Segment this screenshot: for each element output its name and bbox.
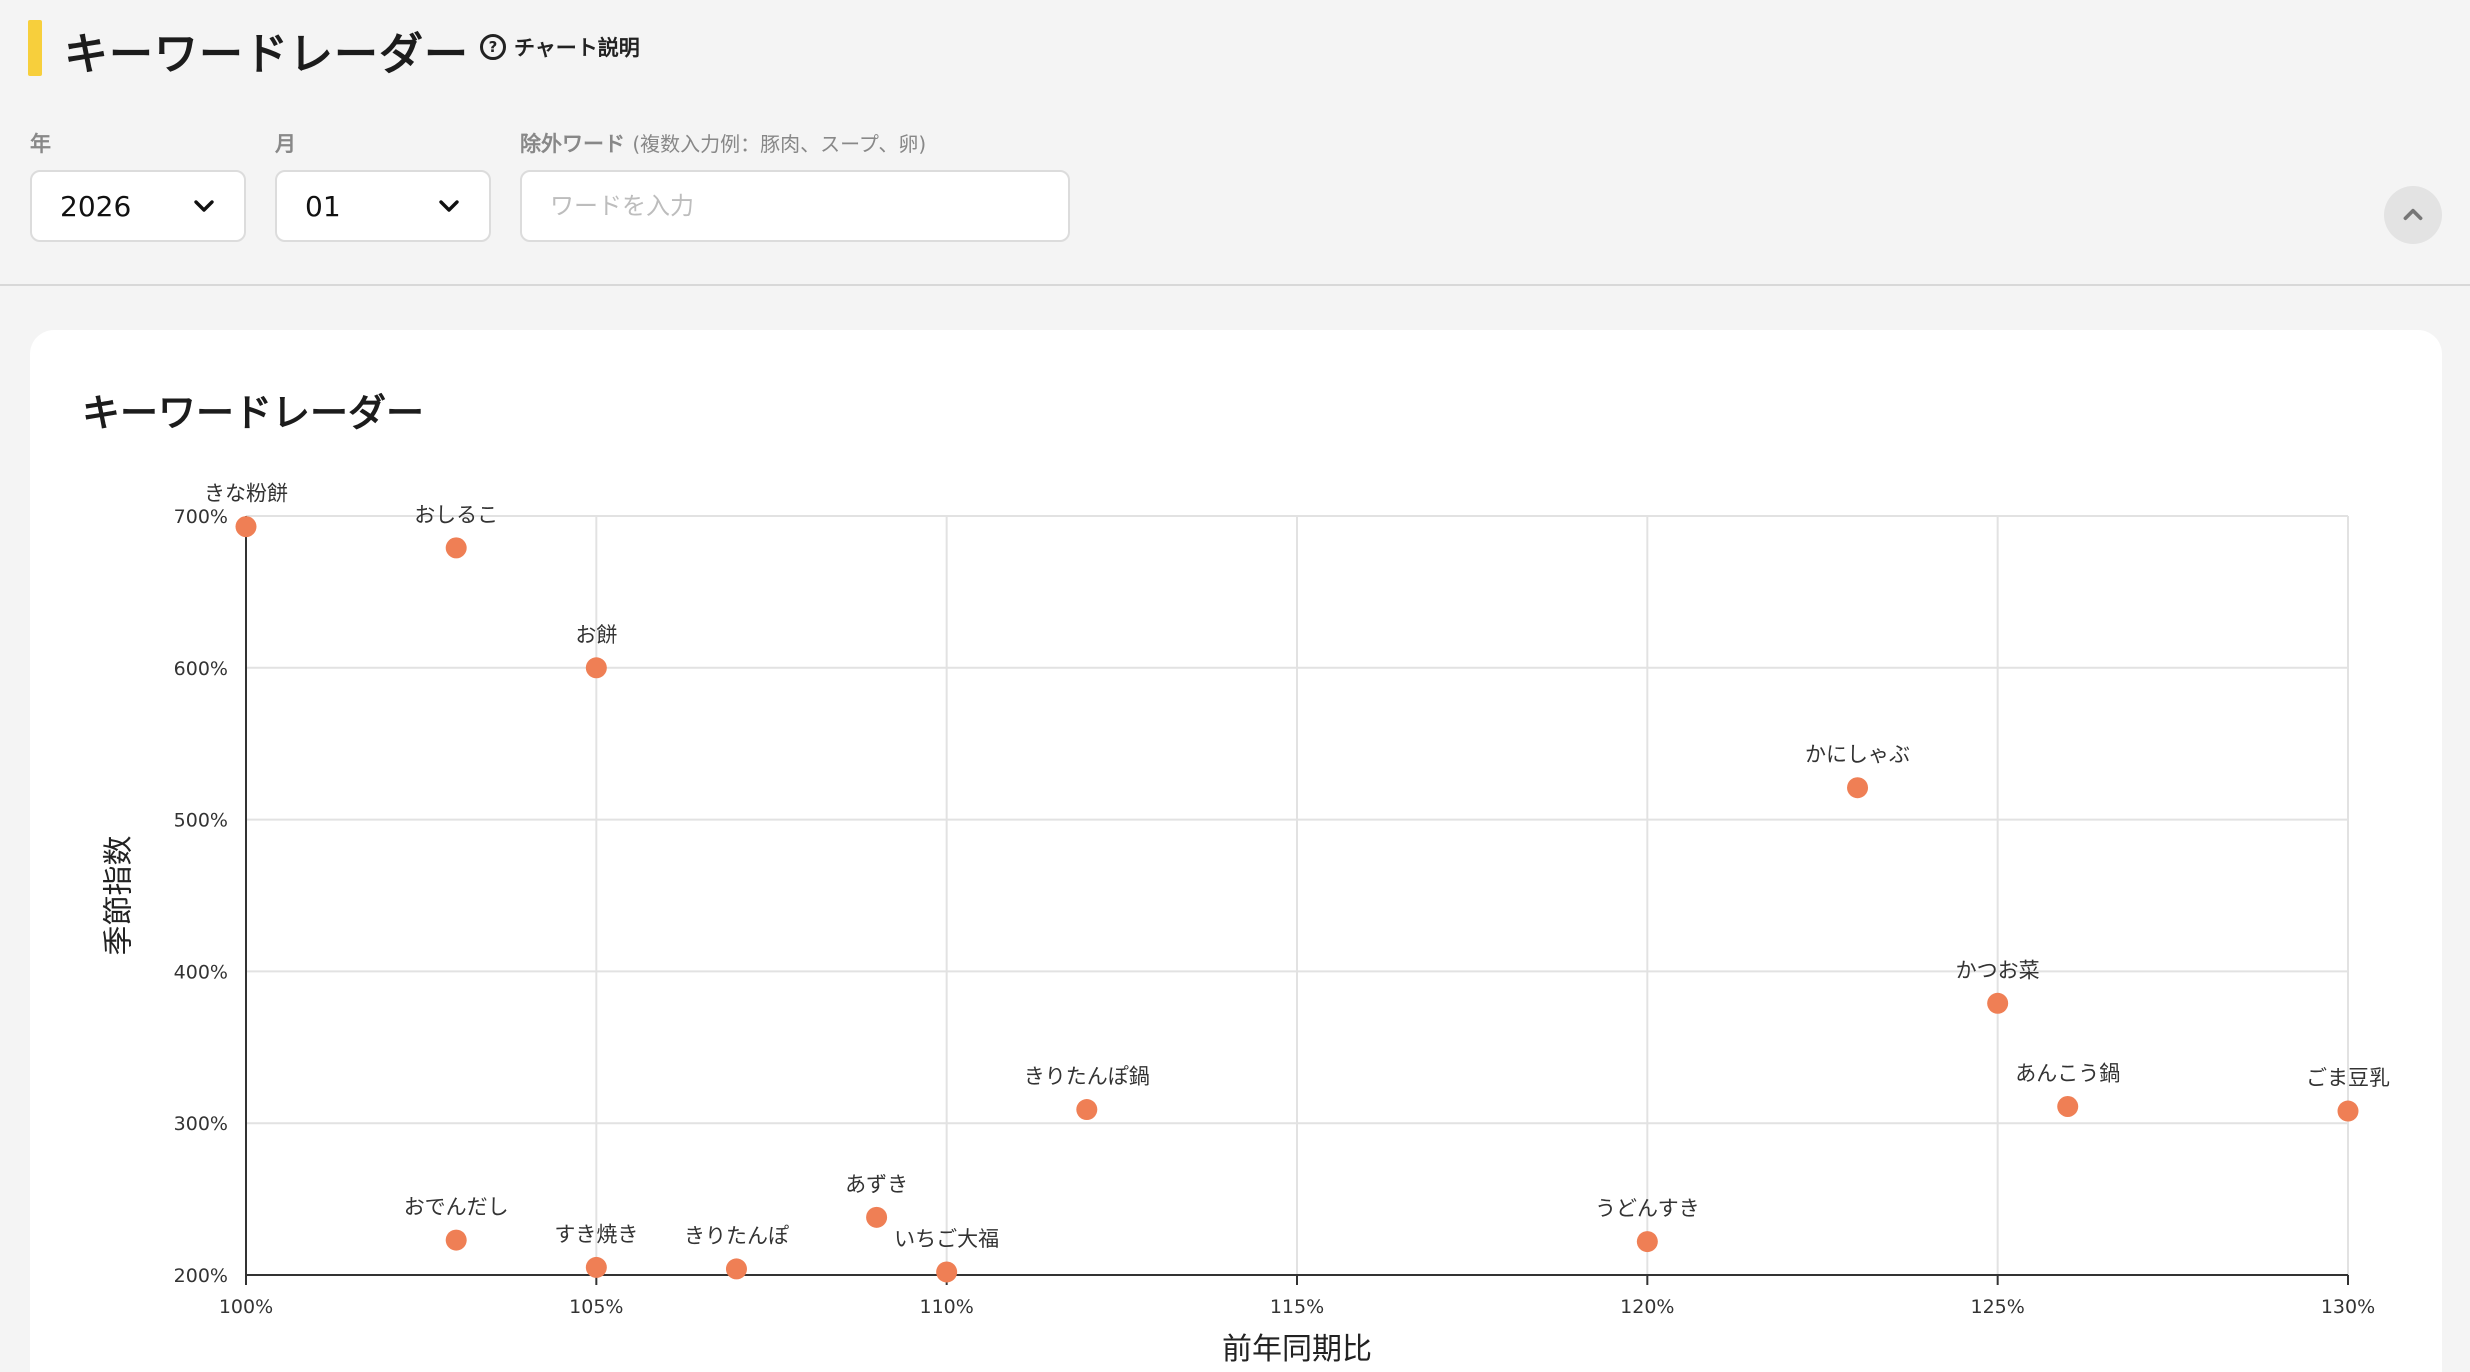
data-point	[1987, 992, 2009, 1014]
y-tick-label: 300%	[174, 1113, 228, 1135]
data-point-label: いちご大福	[894, 1227, 999, 1251]
y-tick-label: 600%	[174, 658, 228, 680]
x-tick-label: 100%	[219, 1296, 273, 1318]
x-tick-label: 115%	[1270, 1296, 1324, 1318]
data-point	[1847, 777, 1869, 799]
data-point-label: お餅	[575, 623, 617, 647]
data-point-label: すき焼き	[554, 1222, 638, 1246]
y-tick-label: 200%	[174, 1265, 228, 1287]
y-axis-title: 季節指数	[102, 836, 137, 956]
data-point-label: きな粉餅	[204, 482, 288, 506]
data-point	[235, 516, 257, 538]
data-point-label: かにしゃぶ	[1805, 743, 1910, 767]
data-point-label: きりたんぽ鍋	[1024, 1065, 1150, 1089]
scatter-chart: 100% 105% 110% 115% 120% 125% 130% 200% 300% 400%…	[102, 482, 2391, 1367]
data-point-label: きりたんぽ	[684, 1224, 789, 1248]
data-point-label: おでんだし	[404, 1195, 509, 1219]
data-point	[585, 1256, 607, 1278]
data-point-label: おしるこ	[414, 503, 498, 527]
y-tick-label: 400%	[174, 961, 228, 983]
data-point	[445, 1229, 467, 1251]
data-point	[2057, 1096, 2079, 1118]
x-tick-label: 105%	[569, 1296, 623, 1318]
data-point-label: あんこう鍋	[2015, 1062, 2120, 1086]
data-point-label: うどんすき	[1595, 1197, 1700, 1221]
data-point	[2337, 1100, 2359, 1122]
data-point	[725, 1258, 747, 1280]
data-point-label: かつお菜	[1956, 958, 2040, 982]
x-tick-label: 120%	[1620, 1296, 1674, 1318]
x-tick-label: 125%	[1971, 1296, 2025, 1318]
x-tick-label: 130%	[2321, 1296, 2375, 1318]
data-point	[1636, 1231, 1658, 1253]
y-tick-label: 700%	[174, 506, 228, 528]
data-point	[445, 537, 467, 559]
data-point	[936, 1261, 958, 1283]
y-tick-label: 500%	[174, 810, 228, 832]
data-point-label: あずき	[845, 1172, 908, 1196]
x-tick-label: 110%	[920, 1296, 974, 1318]
data-point	[866, 1206, 888, 1228]
x-axis-title: 前年同期比	[1222, 1332, 1372, 1367]
data-point-label: ごま豆乳	[2306, 1066, 2390, 1090]
data-point	[1076, 1099, 1098, 1121]
data-point	[585, 657, 607, 679]
